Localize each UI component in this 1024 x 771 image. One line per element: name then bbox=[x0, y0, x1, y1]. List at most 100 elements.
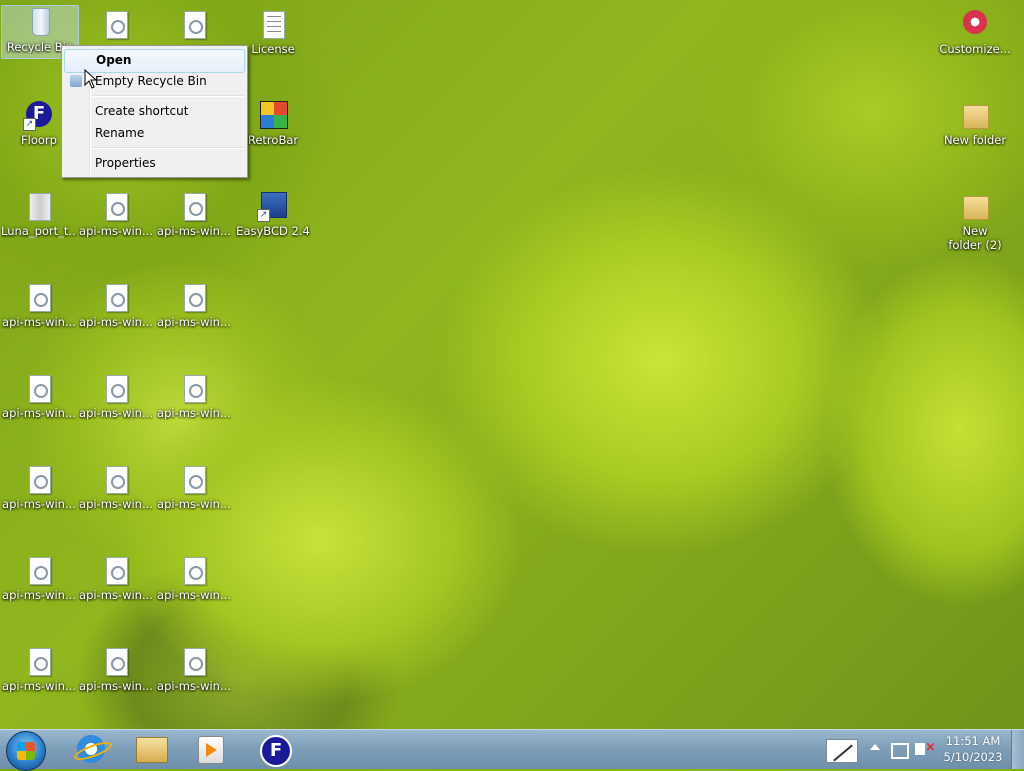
shortcut-arrow-icon: ↗ bbox=[23, 118, 36, 131]
system-file-icon bbox=[23, 463, 55, 495]
desktop-icon-api-ms-win[interactable]: api-ms-win... bbox=[1, 372, 77, 420]
desktop-icon-new-folder[interactable]: New folder bbox=[937, 99, 1013, 147]
system-file-icon bbox=[178, 8, 210, 40]
desktop-icon-label: api-ms-win... bbox=[79, 406, 153, 420]
system-file-icon bbox=[178, 554, 210, 586]
desktop-icon-new-folder-2[interactable]: New folder (2) bbox=[937, 190, 1013, 252]
system-file-icon bbox=[178, 281, 210, 313]
desktop-icon-api-ms-win[interactable]: api-ms-win... bbox=[1, 554, 77, 602]
desktop-icon-label: Luna_port_t... bbox=[1, 224, 77, 238]
desktop-icon-api-ms-win[interactable]: api-ms-win... bbox=[156, 645, 232, 693]
desktop-icon-label: New folder bbox=[943, 133, 1007, 147]
desktop-icon-label: api-ms-win... bbox=[79, 497, 153, 511]
taskbar-file-explorer[interactable] bbox=[124, 732, 174, 766]
desktop-icon-label: api-ms-win... bbox=[79, 679, 153, 693]
folder-icon bbox=[959, 99, 991, 131]
desktop-icon-api-ms-win[interactable]: api-ms-win... bbox=[78, 281, 154, 329]
context-menu: Open Empty Recycle Bin Create shortcut R… bbox=[61, 45, 248, 178]
desktop-icon-api-ms-win[interactable]: api-ms-win... bbox=[156, 463, 232, 511]
desktop-icon-label: New folder (2) bbox=[948, 224, 1002, 252]
shortcut-arrow-icon: ↗ bbox=[257, 209, 270, 222]
windows-start-icon bbox=[17, 742, 35, 760]
desktop-icon-api-ms-win[interactable]: api-ms-win... bbox=[78, 645, 154, 693]
mouse-cursor-icon bbox=[84, 69, 98, 89]
pen-input-icon[interactable] bbox=[826, 739, 858, 763]
desktop-icon-label: api-ms-win... bbox=[2, 588, 76, 602]
folder-icon bbox=[959, 190, 991, 222]
system-file-icon bbox=[178, 645, 210, 677]
system-file-icon bbox=[100, 281, 132, 313]
desktop-icon-luna-port[interactable]: Luna_port_t... bbox=[1, 190, 77, 238]
show-hidden-icons-chevron-icon[interactable] bbox=[870, 744, 880, 750]
system-file-icon bbox=[100, 645, 132, 677]
system-file-icon bbox=[100, 554, 132, 586]
desktop-icon-easybcd[interactable]: ↗ EasyBCD 2.4 bbox=[235, 190, 311, 238]
desktop-icon-label: api-ms-win... bbox=[79, 588, 153, 602]
menu-item-create-shortcut[interactable]: Create shortcut bbox=[64, 100, 245, 122]
desktop-icon-label: api-ms-win... bbox=[79, 224, 153, 238]
taskbar-media-player[interactable] bbox=[184, 732, 234, 766]
menu-separator bbox=[92, 147, 244, 149]
show-desktop-button[interactable] bbox=[1011, 730, 1024, 769]
desktop-icon-label: api-ms-win... bbox=[2, 406, 76, 420]
desktop-icon-label: api-ms-win... bbox=[2, 679, 76, 693]
desktop-icon-label: api-ms-win... bbox=[157, 588, 231, 602]
taskbar-floorp[interactable]: F bbox=[248, 732, 298, 767]
network-icon[interactable] bbox=[891, 743, 909, 759]
system-file-icon bbox=[178, 463, 210, 495]
menu-item-properties[interactable]: Properties bbox=[64, 152, 245, 174]
desktop-icon-label: api-ms-win... bbox=[157, 406, 231, 420]
internet-explorer-icon bbox=[77, 735, 105, 763]
desktop-icon-api-ms-win[interactable]: api-ms-win... bbox=[156, 190, 232, 238]
desktop-icon-api-ms-win[interactable]: api-ms-win... bbox=[156, 281, 232, 329]
media-player-icon bbox=[198, 736, 224, 764]
customize-gear-icon bbox=[959, 8, 991, 40]
desktop-icon-api-ms-win[interactable]: api-ms-win... bbox=[1, 281, 77, 329]
desktop-icon-label: EasyBCD 2.4 bbox=[236, 224, 310, 238]
desktop-icon-api-ms-win[interactable]: api-ms-win... bbox=[156, 372, 232, 420]
desktop-icon-api-ms-win[interactable]: api-ms-win... bbox=[78, 554, 154, 602]
floorp-icon: F ↗ bbox=[23, 99, 55, 131]
system-file-icon bbox=[178, 190, 210, 222]
retrobar-icon bbox=[257, 99, 289, 131]
desktop-icon-label: api-ms-win... bbox=[157, 315, 231, 329]
desktop-icon-label: api-ms-win... bbox=[2, 315, 76, 329]
floorp-icon: F bbox=[260, 735, 292, 767]
desktop-icon-label: api-ms-win... bbox=[157, 679, 231, 693]
clock-date: 5/10/2023 bbox=[943, 750, 1003, 764]
desktop-icon-api-ms-win[interactable]: api-ms-win... bbox=[78, 463, 154, 511]
system-file-icon bbox=[23, 372, 55, 404]
clock[interactable]: 11:51 AM 5/10/2023 bbox=[938, 733, 1008, 765]
desktop-icon-system-file[interactable] bbox=[156, 8, 232, 42]
text-file-icon bbox=[257, 8, 289, 40]
volume-muted-icon[interactable] bbox=[915, 740, 936, 755]
desktop-icon-label: api-ms-win... bbox=[157, 497, 231, 511]
recycle-bin-small-icon bbox=[70, 75, 82, 87]
system-file-icon bbox=[23, 645, 55, 677]
menu-item-rename[interactable]: Rename bbox=[64, 122, 245, 144]
system-file-icon bbox=[178, 372, 210, 404]
desktop-icon-system-file[interactable] bbox=[78, 8, 154, 42]
desktop-icon-api-ms-win[interactable]: api-ms-win... bbox=[1, 645, 77, 693]
taskbar: F 11:51 AM 5/10/2023 bbox=[0, 729, 1024, 771]
start-button[interactable] bbox=[6, 731, 46, 771]
system-file-icon bbox=[23, 281, 55, 313]
desktop-icon-api-ms-win[interactable]: api-ms-win... bbox=[78, 190, 154, 238]
desktop-icon-label: Customize... bbox=[939, 42, 1011, 56]
system-file-icon bbox=[100, 8, 132, 40]
desktop-icon-api-ms-win[interactable]: api-ms-win... bbox=[1, 463, 77, 511]
system-file-icon bbox=[100, 372, 132, 404]
easybcd-icon: ↗ bbox=[257, 190, 289, 222]
file-explorer-icon bbox=[136, 737, 168, 763]
menu-item-label: Empty Recycle Bin bbox=[95, 74, 207, 88]
taskbar-internet-explorer[interactable] bbox=[64, 732, 114, 766]
desktop-icon-api-ms-win[interactable]: api-ms-win... bbox=[78, 372, 154, 420]
desktop-icon-customize[interactable]: Customize... bbox=[937, 8, 1013, 56]
system-file-icon bbox=[100, 463, 132, 495]
desktop-icon-label: api-ms-win... bbox=[2, 497, 76, 511]
archive-icon bbox=[23, 190, 55, 222]
recycle-bin-icon bbox=[24, 6, 56, 38]
desktop-icon-api-ms-win[interactable]: api-ms-win... bbox=[156, 554, 232, 602]
system-file-icon bbox=[23, 554, 55, 586]
system-file-icon bbox=[100, 190, 132, 222]
